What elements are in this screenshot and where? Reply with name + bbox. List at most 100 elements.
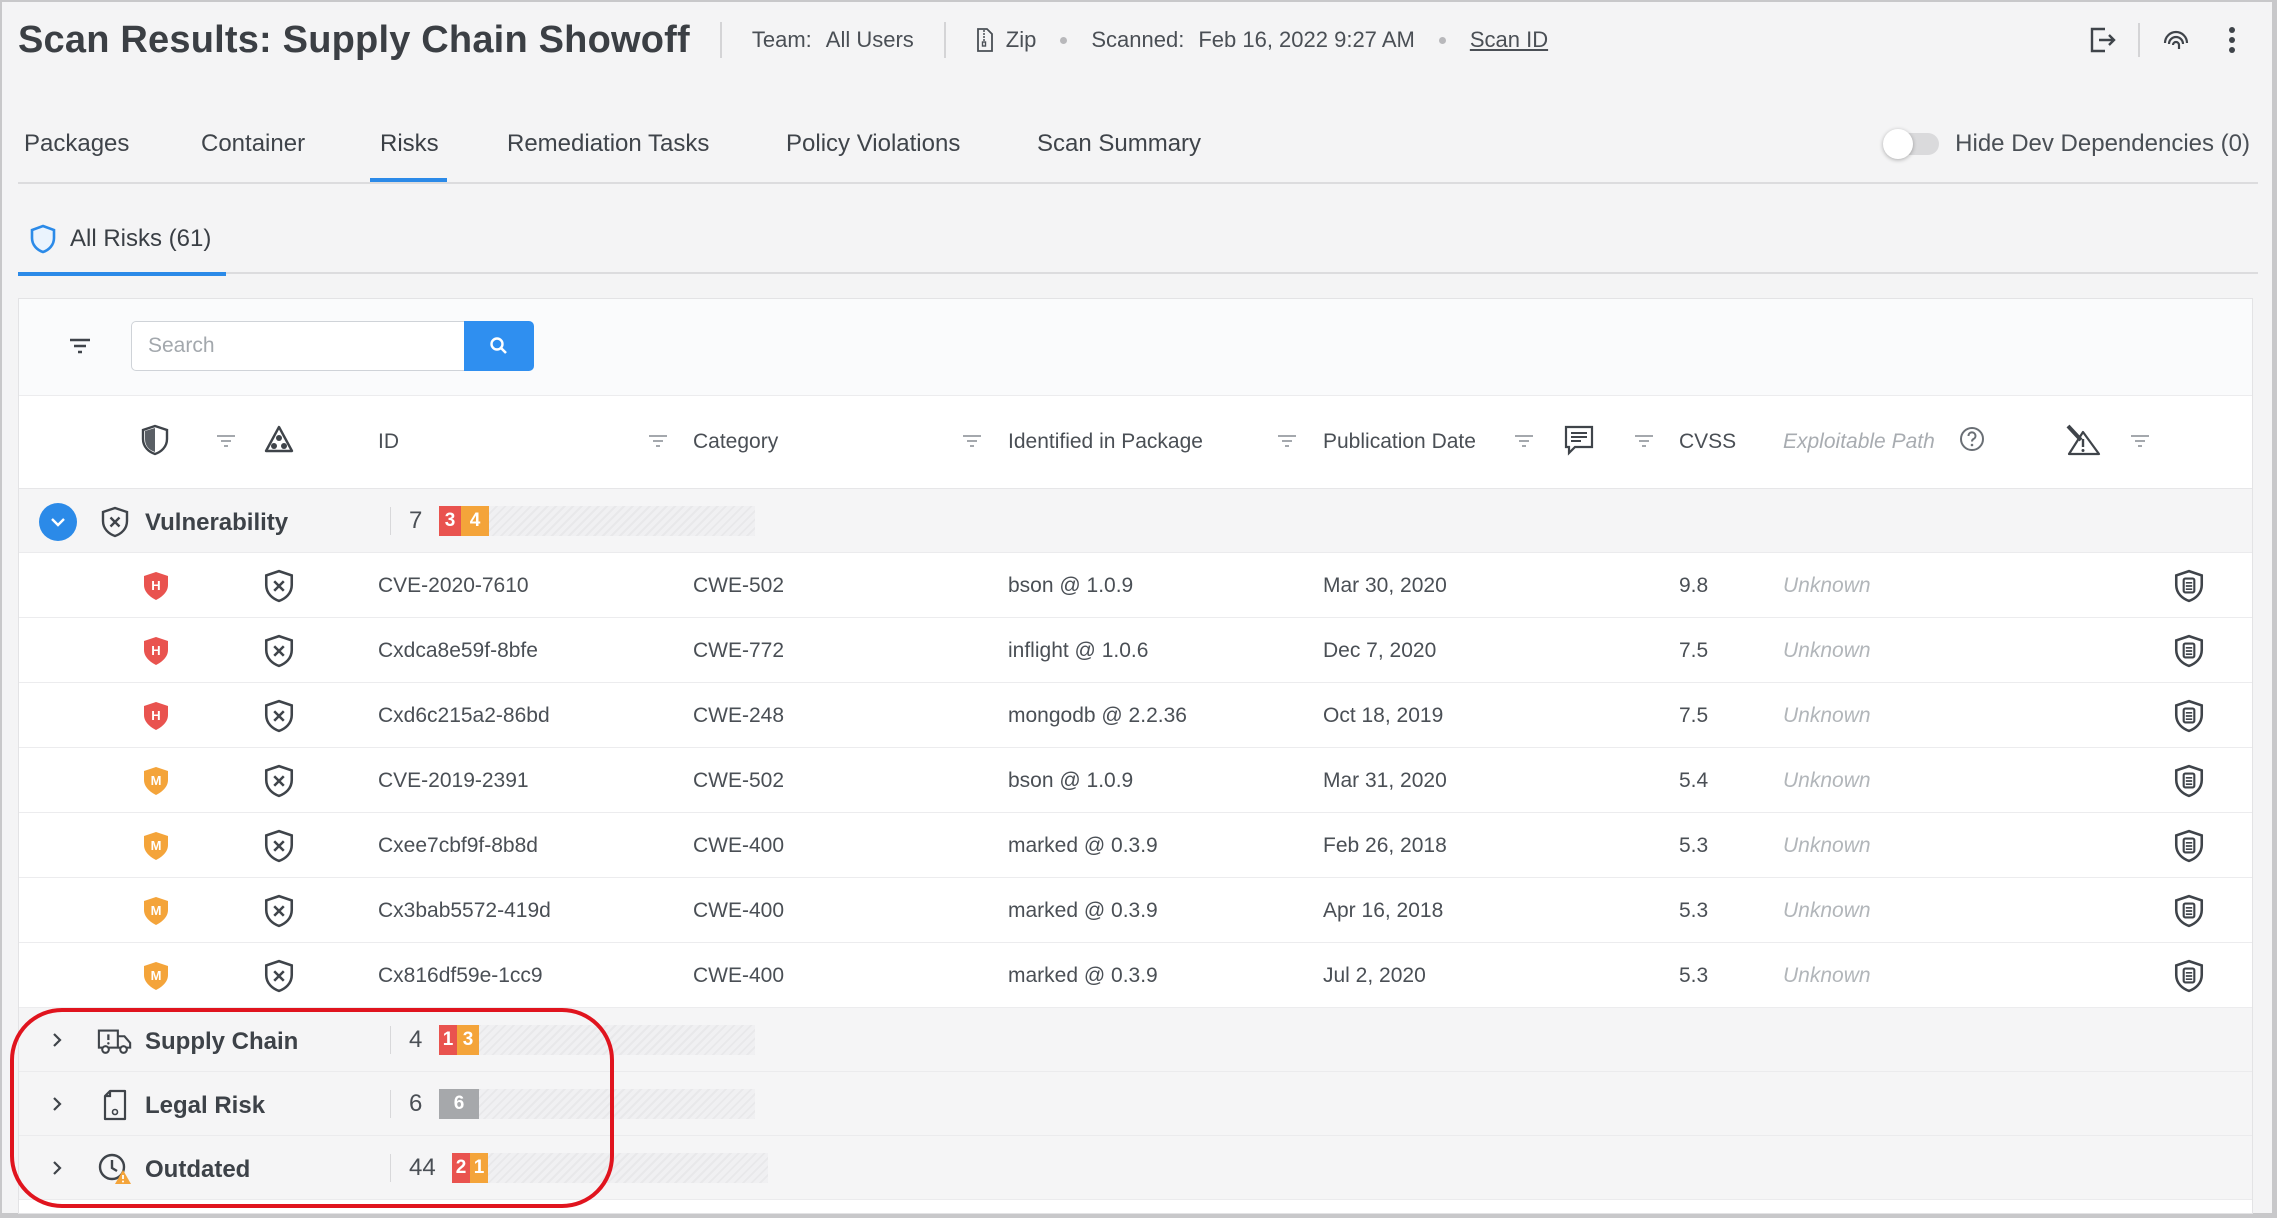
high-count-segment: 2 xyxy=(452,1153,470,1183)
filter-icon[interactable] xyxy=(1276,430,1298,452)
risk-category: CWE-400 xyxy=(693,964,785,987)
chevron-right-icon[interactable] xyxy=(45,1092,69,1116)
risk-type-column-icon xyxy=(263,424,295,461)
subtab-all-risks[interactable]: All Risks (61) xyxy=(18,204,226,276)
column-exploitable-path[interactable]: Exploitable Path xyxy=(1783,430,1935,454)
tab-container[interactable]: Container xyxy=(201,130,305,158)
column-category[interactable]: Category xyxy=(693,430,778,454)
risk-package: marked @ 0.3.9 xyxy=(1008,899,1158,922)
shield-x-icon xyxy=(264,764,294,798)
collapse-button[interactable] xyxy=(39,503,77,541)
search-input[interactable] xyxy=(131,321,465,371)
risk-publication-date: Dec 7, 2020 xyxy=(1323,639,1437,662)
filter-icon[interactable] xyxy=(1513,430,1535,452)
scan-id-link[interactable]: Scan ID xyxy=(1470,27,1548,53)
risk-category: CWE-248 xyxy=(693,704,785,727)
risk-id[interactable]: Cx3bab5572-419d xyxy=(378,899,551,923)
group-legal-risk[interactable]: Legal Risk 6 6 xyxy=(19,1072,2252,1136)
risk-category: CWE-502 xyxy=(693,769,785,792)
chevron-right-icon[interactable] xyxy=(45,1028,69,1052)
severity-bar: 2 1 xyxy=(452,1153,768,1183)
main-tabs: Packages Container Risks Remediation Tas… xyxy=(18,112,2258,184)
risk-exploitable-path: Unknown xyxy=(1783,769,1871,792)
tab-risks[interactable]: Risks xyxy=(380,130,439,158)
filter-icon[interactable] xyxy=(647,430,669,452)
table-row[interactable]: H CVE-2020-7610 CWE-502 bson @ 1.0.9 Mar… xyxy=(19,553,2252,618)
filter-icon[interactable] xyxy=(2129,430,2151,452)
risk-cvss: 5.3 xyxy=(1679,964,1709,987)
group-name: Supply Chain xyxy=(145,1028,299,1055)
header-actions xyxy=(2066,20,2252,60)
more-vertical-icon[interactable] xyxy=(2212,20,2252,60)
tab-scan-summary[interactable]: Scan Summary xyxy=(1037,130,1201,158)
risk-id[interactable]: Cxdca8e59f-8bfe xyxy=(378,639,538,663)
group-count: 6 xyxy=(409,1090,423,1117)
group-outdated[interactable]: Outdated 44 2 1 xyxy=(19,1136,2252,1200)
filter-icon[interactable] xyxy=(961,430,983,452)
tab-packages[interactable]: Packages xyxy=(24,130,129,158)
column-cvss[interactable]: CVSS xyxy=(1679,430,1736,454)
risk-id[interactable]: Cx816df59e-1cc9 xyxy=(378,964,543,988)
remediation-shield-icon[interactable] xyxy=(2173,894,2205,928)
remediation-shield-icon[interactable] xyxy=(2173,959,2205,993)
search-button[interactable] xyxy=(464,321,534,371)
risk-package: bson @ 1.0.9 xyxy=(1008,769,1134,792)
table-row[interactable]: M CVE-2019-2391 CWE-502 bson @ 1.0.9 Mar… xyxy=(19,748,2252,813)
remediation-shield-icon[interactable] xyxy=(2173,699,2205,733)
group-name: Outdated xyxy=(145,1156,251,1183)
table-row[interactable]: M Cxee7cbf9f-8b8d CWE-400 marked @ 0.3.9… xyxy=(19,813,2252,878)
app-window: Scan Results: Supply Chain Showoff Team:… xyxy=(0,0,2277,1218)
severity-letter: M xyxy=(151,838,162,853)
risk-exploitable-path: Unknown xyxy=(1783,704,1871,727)
table-row[interactable]: H Cxdca8e59f-8bfe CWE-772 inflight @ 1.0… xyxy=(19,618,2252,683)
remediation-shield-icon[interactable] xyxy=(2173,829,2205,863)
chevron-right-icon[interactable] xyxy=(45,1156,69,1180)
document-icon xyxy=(97,1088,133,1122)
group-vulnerability[interactable]: Vulnerability 7 3 4 xyxy=(19,489,2252,553)
hide-dev-dependencies-label: Hide Dev Dependencies (0) xyxy=(1955,130,2250,157)
remediation-shield-icon[interactable] xyxy=(2173,764,2205,798)
column-package[interactable]: Identified in Package xyxy=(1008,430,1203,454)
risk-id[interactable]: CVE-2019-2391 xyxy=(378,769,529,793)
tab-remediation-tasks[interactable]: Remediation Tasks xyxy=(507,130,709,158)
risk-id[interactable]: CVE-2020-7610 xyxy=(378,574,529,598)
severity-letter: M xyxy=(151,968,162,983)
table-row[interactable]: H Cxd6c215a2-86bd CWE-248 mongodb @ 2.2.… xyxy=(19,683,2252,748)
scanned-label: Scanned: xyxy=(1091,27,1185,52)
severity-letter: H xyxy=(151,578,160,593)
group-divider xyxy=(390,1026,391,1054)
table-header: ID Category Identified in Package Public… xyxy=(19,395,2252,489)
filter-icon[interactable] xyxy=(215,430,237,452)
filter-icon[interactable] xyxy=(65,331,95,361)
shield-x-icon xyxy=(264,699,294,733)
risk-id[interactable]: Cxd6c215a2-86bd xyxy=(378,704,550,728)
risk-exploitable-path: Unknown xyxy=(1783,964,1871,987)
clock-warning-icon xyxy=(97,1152,133,1186)
export-icon[interactable] xyxy=(2082,20,2122,60)
table-row[interactable]: M Cx3bab5572-419d CWE-400 marked @ 0.3.9… xyxy=(19,878,2252,943)
risk-cvss: 7.5 xyxy=(1679,704,1709,727)
team-meta: Team: All Users xyxy=(752,27,914,53)
filter-icon[interactable] xyxy=(1633,430,1655,452)
ignore-warning-icon xyxy=(2065,424,2103,463)
risk-publication-date: Jul 2, 2020 xyxy=(1323,964,1426,987)
group-count: 4 xyxy=(409,1026,423,1053)
remediation-shield-icon[interactable] xyxy=(2173,634,2205,668)
remediation-shield-icon[interactable] xyxy=(2173,569,2205,603)
column-publication-date[interactable]: Publication Date xyxy=(1323,430,1476,454)
column-id[interactable]: ID xyxy=(378,430,399,454)
risk-cvss: 7.5 xyxy=(1679,639,1709,662)
table-row[interactable]: M Cx816df59e-1cc9 CWE-400 marked @ 0.3.9… xyxy=(19,943,2252,1008)
fingerprint-icon[interactable] xyxy=(2156,20,2196,60)
help-icon[interactable] xyxy=(1959,426,1985,457)
tab-policy-violations[interactable]: Policy Violations xyxy=(786,130,960,158)
high-count-segment: 1 xyxy=(439,1025,457,1055)
group-name: Vulnerability xyxy=(145,509,289,536)
shield-x-icon xyxy=(264,569,294,603)
group-supply-chain[interactable]: Supply Chain 4 1 3 xyxy=(19,1008,2252,1072)
risk-category: CWE-772 xyxy=(693,639,785,662)
risk-package: mongodb @ 2.2.36 xyxy=(1008,704,1187,727)
risk-id[interactable]: Cxee7cbf9f-8b8d xyxy=(378,834,538,858)
hide-dev-dependencies-toggle[interactable] xyxy=(1883,129,1940,159)
search-icon xyxy=(489,336,509,356)
